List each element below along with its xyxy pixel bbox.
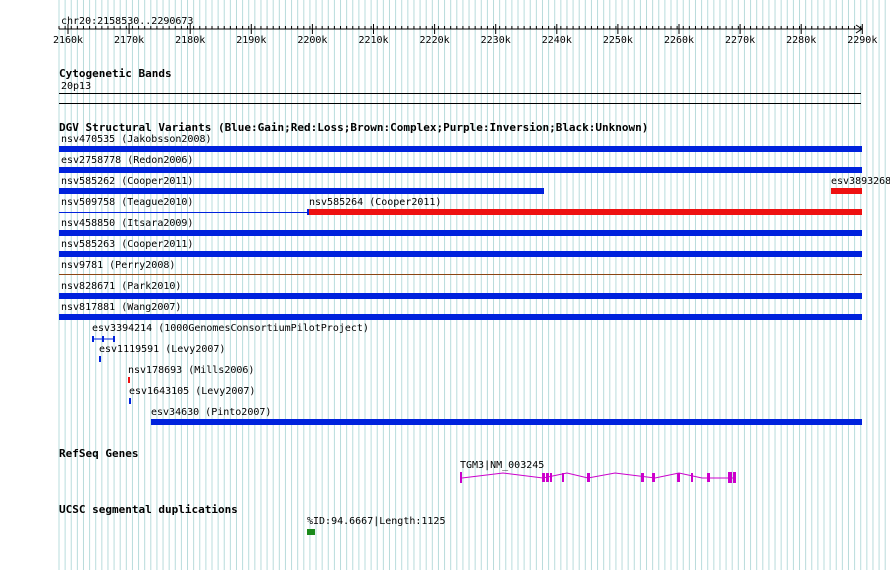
cytoband-label[interactable]: 20p13: [61, 81, 91, 92]
feature-label[interactable]: nsv585263 (Cooper2011): [61, 239, 193, 250]
feature-line-gain[interactable]: [59, 212, 308, 213]
genome-browser-panel: chr20:2158530..2290673 2160k 2170k 2180k 21…: [0, 0, 890, 570]
feature-bar-loss[interactable]: [128, 377, 130, 383]
feature-bar-gain[interactable]: [151, 419, 862, 425]
cytoband-line-bottom: [59, 103, 861, 104]
feature-bar-gain[interactable]: [59, 293, 862, 299]
feature-bar-gain[interactable]: [99, 356, 101, 362]
track-title-cytobands[interactable]: Cytogenetic Bands: [59, 68, 172, 80]
track-title-refseq[interactable]: RefSeq Genes: [59, 448, 138, 460]
ruler-tick-label: 2210k: [358, 35, 389, 46]
cytoband-line-top: [59, 93, 861, 94]
feature-bar-gain[interactable]: [59, 188, 544, 194]
feature-label[interactable]: nsv9781 (Perry2008): [61, 260, 175, 271]
feature-bar-gain[interactable]: [59, 230, 862, 236]
feature-bar-gain[interactable]: [59, 167, 862, 173]
track-title-dgv[interactable]: DGV Structural Variants (Blue:Gain;Red:L…: [59, 122, 648, 134]
feature-label[interactable]: esv3893268: [831, 176, 890, 187]
feature-bar-loss[interactable]: [309, 209, 862, 215]
segdup-block[interactable]: [307, 529, 315, 535]
feature-line-complex[interactable]: [59, 274, 862, 275]
feature-label[interactable]: nsv470535 (Jakobsson2008): [61, 134, 212, 145]
ruler-scale[interactable]: [0, 0, 890, 40]
feature-bar-gain[interactable]: [59, 251, 862, 257]
ruler-tick-label: 2170k: [114, 35, 145, 46]
feature-label[interactable]: esv34630 (Pinto2007): [151, 407, 271, 418]
feature-label[interactable]: esv1643105 (Levy2007): [129, 386, 255, 397]
ruler-tick-label: 2190k: [236, 35, 267, 46]
feature-label[interactable]: nsv509758 (Teague2010): [61, 197, 193, 208]
ruler-tick-label: 2290k: [847, 35, 878, 46]
feature-label[interactable]: nsv828671 (Park2010): [61, 281, 181, 292]
ruler-tick-label: 2220k: [419, 35, 450, 46]
gene-model-tgm3[interactable]: [455, 468, 745, 488]
ruler-tick-label: 2180k: [175, 35, 206, 46]
feature-label[interactable]: esv2758778 (Redon2006): [61, 155, 193, 166]
ruler-tick-label: 2160k: [52, 35, 84, 46]
feature-label[interactable]: nsv458850 (Itsara2009): [61, 218, 193, 229]
feature-glyph-gain[interactable]: [90, 334, 120, 344]
ruler-tick-label: 2200k: [297, 35, 328, 46]
ruler-tick-label: 2230k: [480, 35, 511, 46]
feature-bar-gain[interactable]: [59, 314, 862, 320]
feature-label[interactable]: nsv178693 (Mills2006): [128, 365, 254, 376]
feature-label[interactable]: nsv585264 (Cooper2011): [309, 197, 441, 208]
feature-label[interactable]: esv3394214 (1000GenomesConsortiumPilotPr…: [92, 323, 369, 334]
feature-bar-gain[interactable]: [129, 398, 131, 404]
feature-label[interactable]: nsv817881 (Wang2007): [61, 302, 181, 313]
feature-label[interactable]: nsv585262 (Cooper2011): [61, 176, 193, 187]
feature-bar-loss[interactable]: [831, 188, 862, 194]
segdup-label[interactable]: %ID:94.6667|Length:1125: [307, 516, 445, 527]
feature-label[interactable]: esv1119591 (Levy2007): [99, 344, 225, 355]
ruler-tick-label: 2240k: [541, 35, 572, 46]
track-title-segdups[interactable]: UCSC segmental duplications: [59, 504, 238, 516]
ruler-tick-label: 2280k: [786, 35, 817, 46]
ruler-tick-label: 2270k: [725, 35, 756, 46]
ruler-tick-label: 2260k: [663, 35, 695, 46]
ruler-tick-label: 2250k: [602, 35, 633, 46]
feature-bar-gain[interactable]: [59, 146, 862, 152]
